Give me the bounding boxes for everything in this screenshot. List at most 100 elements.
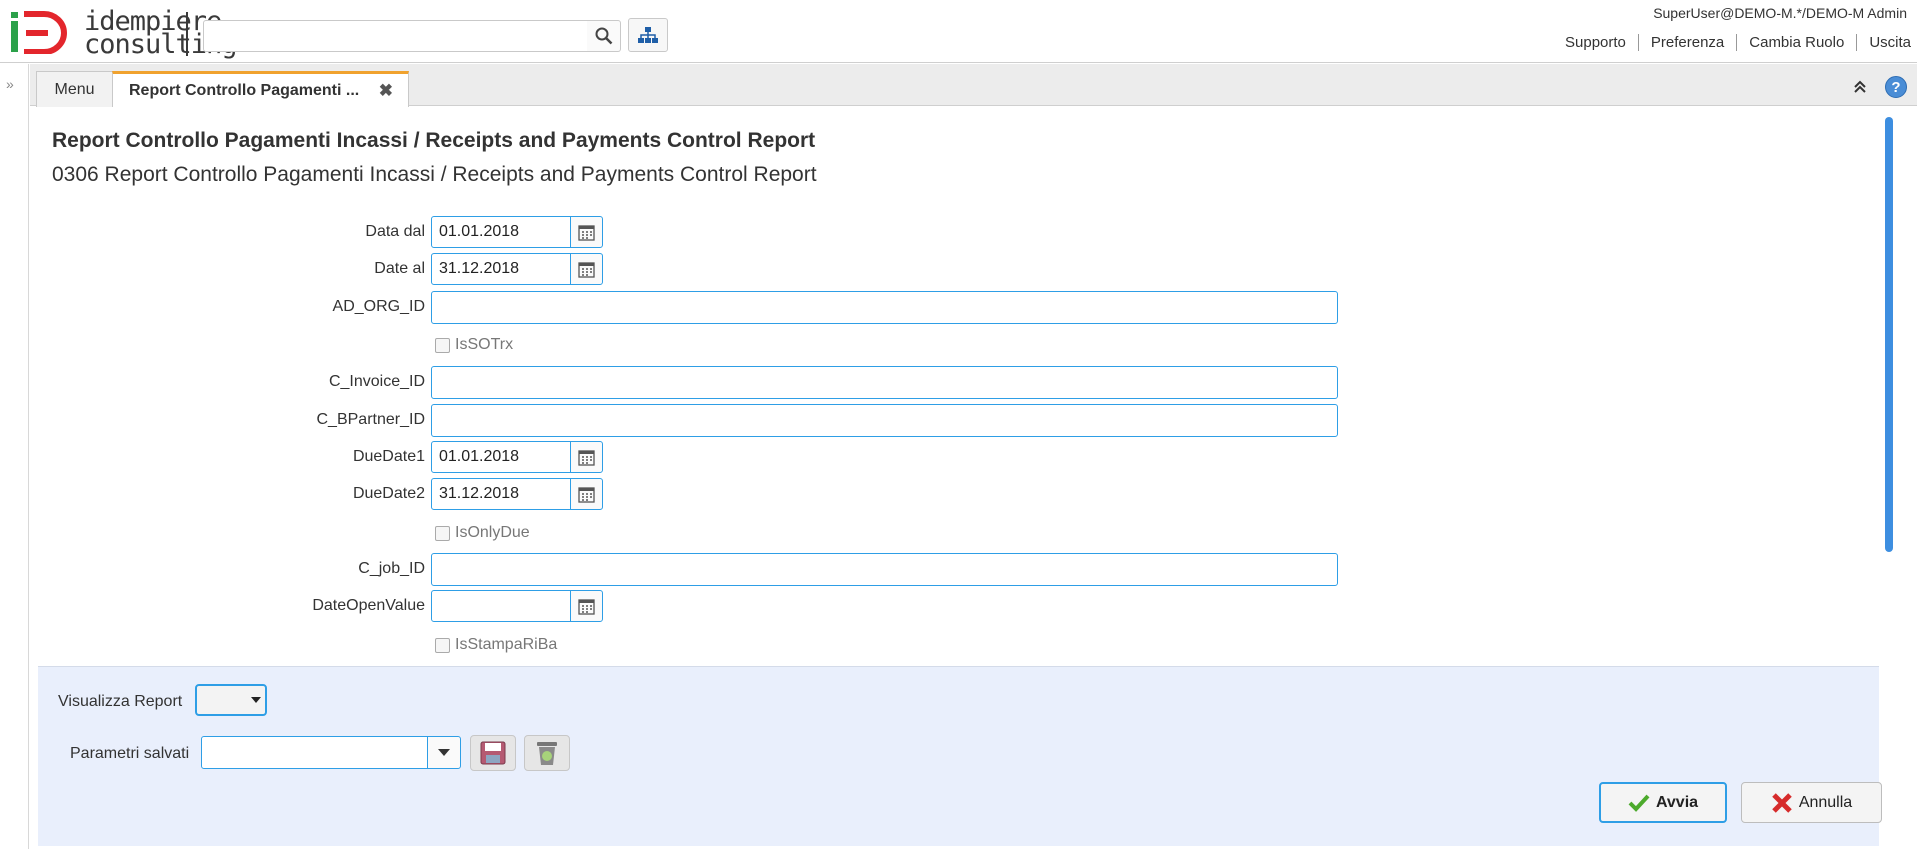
calendar-icon [578, 224, 595, 241]
cancel-button[interactable]: Annulla [1741, 782, 1882, 823]
c-invoice-id-input[interactable] [431, 366, 1338, 399]
close-tab-icon[interactable]: ✖ [379, 81, 393, 101]
c-job-id-label: C_job_ID [358, 560, 425, 577]
field-row-date-open-value: DateOpenValue [33, 589, 1373, 623]
tab-menu[interactable]: Menu [36, 71, 113, 107]
floppy-disk-icon [480, 741, 506, 765]
is-stampa-riba-checkbox[interactable]: IsStampaRiBa [435, 636, 557, 654]
field-row-date-al: Date al [33, 252, 1373, 286]
is-only-due-checkbox[interactable]: IsOnlyDue [435, 524, 530, 542]
help-icon[interactable]: ? [1885, 76, 1907, 98]
field-row-c-job-id: C_job_ID [33, 552, 1373, 586]
calendar-icon [578, 598, 595, 615]
due-date2-calendar-button[interactable] [570, 478, 603, 510]
checkbox-box[interactable] [435, 525, 450, 541]
checkbox-box[interactable] [435, 637, 450, 653]
field-row-data-dal: Data dal [33, 215, 1373, 249]
tab-bar: Menu Report Controllo Pagamenti ... ✖ ? [30, 64, 1917, 108]
date-open-value-calendar-button[interactable] [570, 590, 603, 622]
run-button[interactable]: Avvia [1599, 782, 1727, 823]
due-date2-label: DueDate2 [352, 485, 425, 502]
tab-report[interactable]: Report Controllo Pagamenti ... ✖ [112, 71, 409, 108]
date-al-input[interactable] [431, 253, 571, 285]
checkmark-icon [1628, 794, 1650, 812]
link-uscita[interactable]: Uscita [1857, 34, 1917, 51]
app-logo[interactable]: idempiere consulting [8, 8, 238, 58]
caret-down-icon [438, 748, 450, 756]
process-title: Report Controllo Pagamenti Incassi / Rec… [52, 129, 816, 152]
tab-tools: ? [1853, 76, 1907, 98]
recycle-bin-icon [537, 742, 557, 765]
is-only-due-label: IsOnlyDue [455, 524, 530, 541]
idempiere-logo-icon [11, 11, 67, 54]
data-dal-datebox [431, 216, 603, 248]
c-invoice-id-label: C_Invoice_ID [328, 373, 425, 390]
due-date1-datebox [431, 441, 603, 473]
checkbox-box[interactable] [435, 337, 450, 353]
link-supporto[interactable]: Supporto [1553, 34, 1639, 51]
visualizza-report-select[interactable] [195, 684, 267, 716]
field-row-due-date2: DueDate2 [33, 477, 1373, 511]
cancel-button-label: Annulla [1798, 793, 1853, 811]
is-so-trx-label: IsSOTrx [455, 336, 514, 353]
calendar-icon [578, 449, 595, 466]
due-date2-datebox [431, 478, 603, 510]
is-so-trx-checkbox[interactable]: IsSOTrx [435, 336, 513, 354]
caret-down-icon [251, 697, 261, 703]
field-row-is-stampa-riba: IsStampaRiBa [33, 628, 1373, 662]
field-row-due-date1: DueDate1 [33, 440, 1373, 474]
c-bpartner-id-label: C_BPartner_ID [316, 411, 426, 428]
c-bpartner-id-input[interactable] [431, 404, 1338, 437]
tab-menu-label: Menu [54, 80, 95, 98]
due-date1-input[interactable] [431, 441, 571, 473]
data-dal-input[interactable] [431, 216, 571, 248]
parametri-salvati-label: Parametri salvati [70, 745, 190, 762]
field-row-c-bpartner-id: C_BPartner_ID [33, 403, 1373, 437]
west-panel: » [0, 64, 29, 849]
process-subtitle: 0306 Report Controllo Pagamenti Incassi … [52, 163, 817, 186]
parametri-salvati-dropdown-button[interactable] [427, 736, 461, 769]
date-open-value-datebox [431, 590, 603, 622]
field-row-is-so-trx: IsSOTrx [33, 328, 1373, 362]
user-info: SuperUser@DEMO-M.*/DEMO-M Admin [1653, 5, 1907, 21]
parametri-salvati-combobox[interactable] [201, 736, 428, 769]
date-open-value-input[interactable] [431, 590, 571, 622]
run-button-label: Avvia [1655, 793, 1699, 811]
process-options-panel: Visualizza Report Parametri salvati Avvi… [38, 666, 1882, 846]
ad-org-id-label: AD_ORG_ID [332, 298, 425, 315]
visualizza-report-label: Visualizza Report [58, 693, 183, 710]
search-button[interactable] [587, 20, 621, 52]
c-job-id-input[interactable] [431, 553, 1338, 586]
due-date1-label: DueDate1 [352, 448, 425, 465]
collapse-up-icon[interactable] [1853, 80, 1867, 94]
tab-report-label: Report Controllo Pagamenti ... [129, 82, 360, 99]
sitemap-icon [638, 27, 658, 43]
calendar-icon [578, 486, 595, 503]
content-scrollbar[interactable] [1885, 117, 1893, 552]
date-al-datebox [431, 253, 603, 285]
data-dal-calendar-button[interactable] [570, 216, 603, 248]
header-bar: idempiere consulting SuperUser@DEMO-M.*/… [0, 0, 1917, 63]
due-date2-input[interactable] [431, 478, 571, 510]
logo-divider [186, 12, 188, 56]
is-stampa-riba-label: IsStampaRiBa [455, 636, 558, 653]
date-al-label: Date al [374, 260, 425, 277]
link-preferenza[interactable]: Preferenza [1639, 34, 1738, 51]
calendar-icon [578, 261, 595, 278]
date-open-value-label: DateOpenValue [312, 597, 425, 614]
field-row-is-only-due: IsOnlyDue [33, 516, 1373, 550]
link-cambia-ruolo[interactable]: Cambia Ruolo [1737, 34, 1858, 51]
due-date1-calendar-button[interactable] [570, 441, 603, 473]
process-dialog: Report Controllo Pagamenti Incassi / Rec… [33, 107, 1893, 667]
ad-org-id-input[interactable] [431, 291, 1338, 324]
global-search-input[interactable] [203, 20, 588, 52]
save-parameters-button[interactable] [470, 735, 516, 771]
search-icon [595, 27, 612, 45]
menu-tree-button[interactable] [628, 18, 668, 52]
cancel-x-icon [1771, 792, 1793, 814]
data-dal-label: Data dal [365, 223, 425, 240]
delete-parameters-button[interactable] [524, 735, 570, 771]
date-al-calendar-button[interactable] [570, 253, 603, 285]
expand-panel-icon[interactable]: » [6, 76, 14, 92]
field-row-ad-org-id: AD_ORG_ID [33, 290, 1373, 324]
